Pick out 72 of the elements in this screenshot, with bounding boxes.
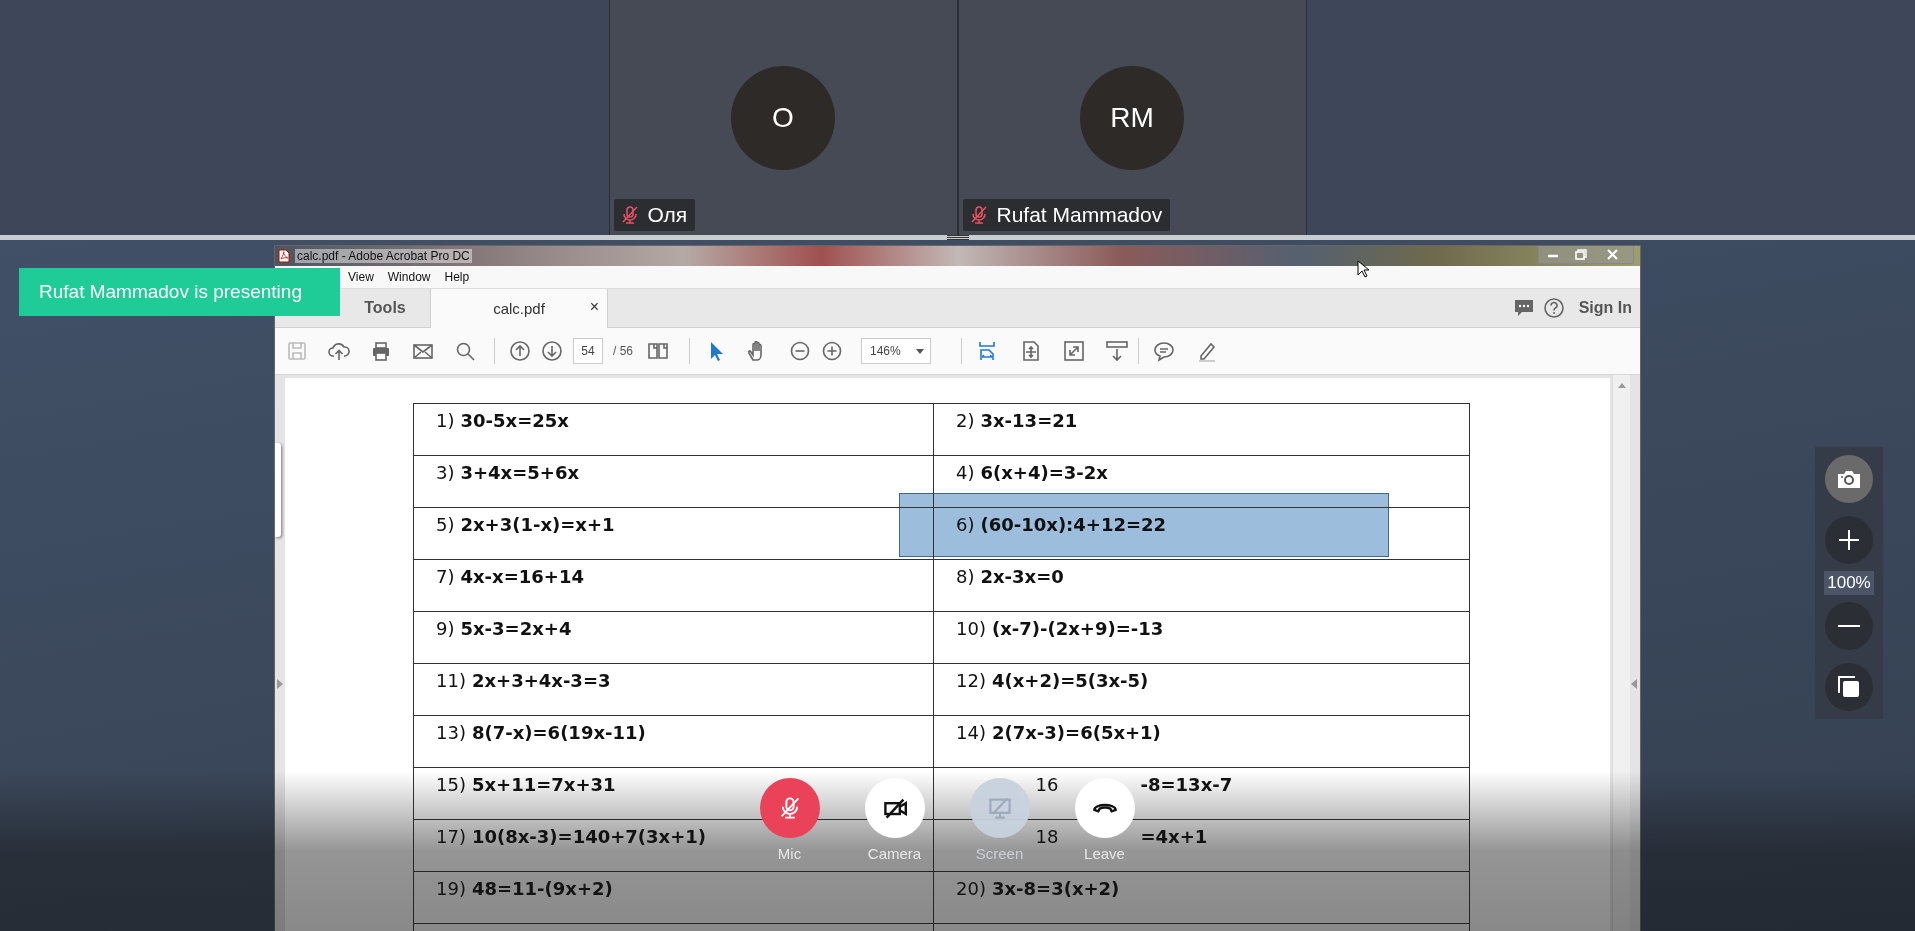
two-pages-icon[interactable] [647, 340, 669, 362]
page-number-field[interactable]: 54 [573, 338, 603, 364]
equation: 6) (60-10x):4+12=22 [933, 508, 1470, 559]
plus-icon [1838, 529, 1860, 551]
print-icon[interactable] [370, 340, 392, 362]
pdf-file-icon [277, 249, 291, 263]
tab-close-button[interactable]: × [589, 298, 599, 316]
scrollbar[interactable] [1612, 375, 1630, 931]
page-down-icon[interactable] [541, 340, 563, 362]
panel-handle[interactable] [275, 443, 281, 537]
upload-cloud-icon[interactable] [328, 340, 350, 362]
tab[interactable]: Tools [340, 289, 430, 327]
menu-item[interactable]: View [348, 270, 374, 284]
equation: 7) 4x-x=16+14 [413, 560, 934, 611]
control-label: Mic [777, 845, 802, 862]
equation: 1) 30-5x=25x [413, 404, 934, 455]
tab[interactable]: calc.pdf × [430, 289, 608, 328]
zoom-out-icon[interactable] [789, 340, 811, 362]
control-label: Screen [975, 845, 1024, 862]
camera-icon [1837, 469, 1861, 489]
copy-icon [1838, 676, 1860, 698]
equation-number: 18 [1035, 826, 1059, 847]
equation: 19) 48=11-(9x+2) [413, 872, 934, 923]
search-icon[interactable] [454, 340, 476, 362]
equation: 2) 3x-13=21 [933, 404, 1470, 455]
screen-off-icon [987, 796, 1012, 820]
rotate-page-icon[interactable] [1020, 340, 1042, 362]
equation-fragment: =4x+1 [1140, 826, 1208, 847]
avatar: O [731, 66, 835, 170]
participant-name: Оля [647, 203, 688, 227]
highlighter-icon[interactable] [1196, 340, 1218, 362]
equation: 9) 5x-3=2x+4 [413, 612, 934, 663]
equation: 3) 3+4x=5+6x [413, 456, 934, 507]
chat-bubble-icon[interactable] [1512, 297, 1535, 319]
copy-button[interactable] [1825, 663, 1873, 711]
zoom-in-button[interactable] [1825, 516, 1873, 564]
window-title: calc.pdf - Adobe Acrobat Pro DC [295, 249, 472, 263]
camera-off-icon [882, 796, 907, 820]
equation: 11) 2x+3+4x-3=3 [413, 664, 934, 715]
equation-number: 16 [1035, 774, 1059, 795]
zoom-level: 100% [1824, 571, 1874, 595]
equation: 10) (x-7)-(2x+9)=-13 [933, 612, 1470, 663]
avatar: RM [1080, 66, 1184, 170]
equation: 13) 8(7-x)=6(19x-11) [413, 716, 934, 767]
menu-item[interactable]: Help [444, 270, 470, 284]
download-toolbar-icon[interactable] [1106, 340, 1128, 362]
zoom-in-icon[interactable] [821, 340, 843, 362]
presenter-banner: Rufat Mammadov is presenting [19, 268, 340, 316]
phone-hang-up-icon [1092, 803, 1117, 813]
equation: 8) 2x-3x=0 [933, 560, 1470, 611]
equation: 14) 2(7x-3)=6(5x+1) [933, 716, 1470, 767]
snapshot-button[interactable] [1825, 455, 1873, 503]
equation: 20) 3x-8=3(x+2) [933, 872, 1470, 923]
minus-icon [1838, 624, 1860, 628]
full-screen-icon[interactable] [1063, 340, 1085, 362]
menu-item[interactable]: Window [387, 270, 431, 284]
control-label: Leave [1084, 845, 1125, 862]
resize-handle-icon[interactable] [946, 235, 969, 240]
equation-fragment: -8=13x-7 [1140, 774, 1233, 795]
caret-icon [916, 348, 924, 354]
help-icon[interactable] [1542, 297, 1565, 319]
zoom-level-dropdown[interactable]: 146% [861, 338, 931, 364]
page-total: / 56 [613, 344, 633, 358]
fit-page-icon[interactable] [976, 340, 998, 362]
sign-in-link[interactable]: Sign In [1578, 299, 1632, 317]
page-up-icon[interactable] [509, 340, 531, 362]
equation: 4) 6(x+4)=3-2x [933, 456, 1470, 507]
participant-name: Rufat Mammadov [996, 203, 1163, 227]
equation: 12) 4(x+2)=5(3x-5) [933, 664, 1470, 715]
comment-icon[interactable] [1153, 340, 1175, 362]
control-label: Camera [867, 845, 922, 862]
equation: 5) 2x+3(1-x)=x+1 [413, 508, 934, 559]
